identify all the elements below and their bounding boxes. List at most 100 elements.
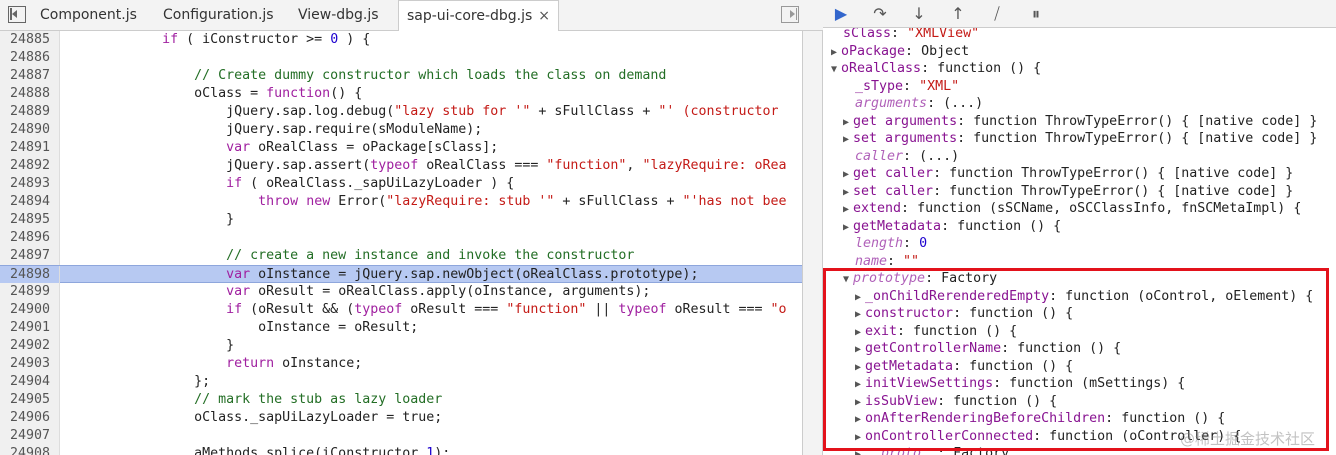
property-name: _sType — [855, 78, 904, 94]
line-number[interactable]: 24889 — [0, 103, 60, 121]
toggle-navigator-icon[interactable] — [8, 6, 26, 23]
line-number[interactable]: 24903 — [0, 355, 60, 373]
code-line: 24902 } — [0, 337, 802, 355]
scope-property-row[interactable]: ▶ set caller: function ThrowTypeError() {… — [823, 183, 1336, 201]
collapsed-triangle-icon[interactable]: ▶ — [843, 201, 853, 219]
scope-property-row[interactable]: ▶ set arguments: function ThrowTypeError(… — [823, 130, 1336, 148]
line-number[interactable]: 24905 — [0, 391, 60, 409]
scope-property-row[interactable]: ▶ get arguments: function ThrowTypeError(… — [823, 113, 1336, 131]
scope-property-row[interactable]: ▶ get caller: function ThrowTypeError() {… — [823, 165, 1336, 183]
line-number[interactable]: 24893 — [0, 175, 60, 193]
property-value: Object — [921, 43, 970, 59]
toggle-debugger-sidebar-icon[interactable] — [781, 6, 799, 23]
code-text: oClass._sapUiLazyLoader = true; — [66, 410, 443, 425]
code-line: 24896 — [0, 229, 802, 247]
scope-property-row[interactable]: ▶ oPackage: Object — [823, 43, 1336, 61]
line-number[interactable]: 24900 — [0, 301, 60, 319]
property-separator: : — [957, 131, 974, 146]
property-value: function (sSCName, oSCClassInfo, fnSCMet… — [917, 201, 1302, 216]
code-line: 24905 // mark the stub as lazy loader — [0, 391, 802, 409]
line-number[interactable]: 24891 — [0, 139, 60, 157]
code-text: jQuery.sap.assert(typeof oRealClass === … — [66, 158, 787, 173]
property-name: get caller — [853, 166, 934, 181]
resume-button[interactable]: ▶ — [831, 4, 851, 24]
code-line: 24890 jQuery.sap.require(sModuleName); — [0, 121, 802, 139]
line-number[interactable]: 24906 — [0, 409, 60, 427]
line-number[interactable]: 24908 — [0, 445, 60, 455]
scope-property-row[interactable]: _sType: "XML" — [823, 78, 1336, 96]
property-separator: : — [903, 78, 920, 94]
property-separator: : — [887, 253, 904, 269]
close-tab-icon[interactable]: × — [538, 8, 550, 24]
property-name: get arguments — [853, 113, 958, 129]
line-number[interactable]: 24896 — [0, 229, 60, 247]
line-number[interactable]: 24888 — [0, 85, 60, 103]
line-number[interactable]: 24901 — [0, 319, 60, 337]
scope-property-row[interactable]: length: 0 — [823, 235, 1336, 253]
collapsed-triangle-icon[interactable]: ▶ — [831, 44, 841, 62]
collapsed-triangle-icon[interactable]: ▶ — [843, 166, 853, 184]
property-value: (...) — [919, 148, 960, 164]
tab-component-js[interactable]: Component.js — [40, 0, 137, 31]
code-text: if ( oRealClass._sapUiLazyLoader ) { — [226, 176, 515, 191]
scope-property-row[interactable]: arguments: (...) — [823, 95, 1336, 113]
property-value: function () { — [957, 218, 1062, 234]
code-line: 24887 // Create dummy constructor which … — [0, 67, 802, 85]
line-number[interactable]: 24894 — [0, 193, 60, 211]
code-text: if ( iConstructor >= 0 ) { — [162, 32, 371, 47]
step-over-button[interactable]: ↷ — [870, 4, 890, 24]
line-number[interactable]: 24897 — [0, 247, 60, 265]
line-number[interactable]: 24899 — [0, 283, 60, 301]
code-text: } — [66, 338, 235, 353]
scope-property-row[interactable]: ▶ extend: function (sSCName, oSCClassInfo… — [823, 200, 1336, 218]
code-line: 24885 if ( iConstructor >= 0 ) { — [0, 31, 802, 49]
tab-view-dbg-js[interactable]: View-dbg.js — [298, 0, 379, 31]
property-separator: : — [903, 148, 920, 164]
code-text: throw new Error("lazyRequire: stub '" + … — [258, 194, 787, 209]
code-line: 24886 — [0, 49, 802, 67]
line-number[interactable]: 24886 — [0, 49, 60, 67]
editor-scrollbar[interactable] — [802, 31, 823, 455]
code-line: 24906 oClass._sapUiLazyLoader = true; — [0, 409, 802, 427]
line-number[interactable]: 24887 — [0, 67, 60, 85]
scope-property-row[interactable]: ▼ oRealClass: function () { — [823, 60, 1336, 78]
property-separator: : — [901, 201, 918, 216]
property-value: function ThrowTypeError() { [native code… — [973, 113, 1318, 129]
line-number[interactable]: 24902 — [0, 337, 60, 355]
tab-label: sap-ui-core-dbg.js — [407, 8, 533, 24]
property-value: function ThrowTypeError() { [native code… — [949, 183, 1294, 199]
line-number[interactable]: 24890 — [0, 121, 60, 139]
step-out-button[interactable]: ↑ — [948, 4, 968, 24]
code-line: 24908 aMethods.splice(iConstructor,1); — [0, 445, 802, 455]
line-number[interactable]: 24898 — [0, 266, 60, 284]
deactivate-breakpoints-button[interactable]: ⧸ — [987, 4, 1007, 24]
property-name: oRealClass — [841, 61, 922, 76]
property-separator: : — [891, 28, 908, 41]
collapsed-triangle-icon[interactable]: ▶ — [843, 114, 853, 132]
code-editor[interactable]: 24885 if ( iConstructor >= 0 ) {24886 248… — [0, 31, 802, 455]
pause-exceptions-button[interactable]: ⏸ — [1026, 4, 1046, 24]
scope-property-row[interactable]: sClass: "XMLView" — [823, 28, 1336, 43]
collapsed-triangle-icon[interactable]: ▶ — [843, 131, 853, 149]
tab-sap-ui-core-dbg-js[interactable]: sap-ui-core-dbg.js × — [398, 0, 560, 32]
watermark: @稀土掘金技术社区 — [1180, 430, 1316, 448]
collapsed-triangle-icon[interactable]: ▶ — [843, 184, 853, 202]
tab-configuration-js[interactable]: Configuration.js — [163, 0, 274, 31]
line-number[interactable]: 24885 — [0, 31, 60, 49]
code-text: if (oResult && (typeof oResult === "func… — [226, 302, 787, 317]
expanded-triangle-icon[interactable]: ▼ — [831, 61, 841, 79]
line-number[interactable]: 24895 — [0, 211, 60, 229]
step-into-button[interactable]: ↓ — [909, 4, 929, 24]
line-number[interactable]: 24907 — [0, 427, 60, 445]
scope-property-row[interactable]: caller: (...) — [823, 148, 1336, 166]
property-value: (...) — [943, 96, 984, 111]
code-text: jQuery.sap.log.debug("lazy stub for '" +… — [66, 104, 779, 119]
property-separator: : — [903, 236, 920, 251]
code-text: // Create dummy constructor which loads … — [194, 68, 667, 83]
scope-property-row[interactable]: ▶ getMetadata: function () { — [823, 218, 1336, 236]
line-number[interactable]: 24904 — [0, 373, 60, 391]
line-number[interactable]: 24892 — [0, 157, 60, 175]
property-value: 0 — [919, 236, 928, 251]
collapsed-triangle-icon[interactable]: ▶ — [843, 219, 853, 237]
code-line: 24892 jQuery.sap.assert(typeof oRealClas… — [0, 157, 802, 175]
